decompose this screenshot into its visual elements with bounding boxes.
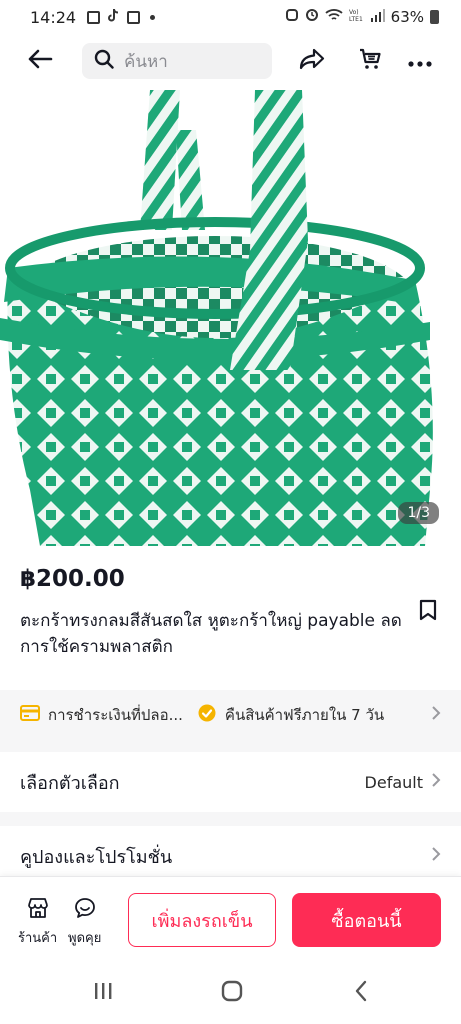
- bottom-action-bar: ร้านค้า พูดคุย เพิ่มลงรถเข็น ซื้อตอนนี้: [0, 876, 461, 964]
- svg-text:Vo): Vo): [349, 9, 359, 16]
- share-button[interactable]: [296, 46, 328, 76]
- bookmark-icon: [419, 599, 437, 625]
- home-button[interactable]: [217, 980, 247, 1006]
- chat-label: พูดคุย: [68, 931, 102, 946]
- battery-percent: 63%: [390, 8, 424, 26]
- image-counter: 1/3: [398, 502, 439, 524]
- option-label: เลือกตัวเลือก: [20, 772, 120, 794]
- system-navigation-bar: [0, 964, 461, 1024]
- status-right: Vo) LTE1 63%: [285, 8, 439, 26]
- status-left: 14:24: [30, 7, 156, 27]
- bookmark-button[interactable]: [416, 599, 440, 625]
- recent-apps-icon: [93, 982, 113, 1004]
- more-dots-icon: [408, 52, 432, 71]
- home-icon: [220, 979, 244, 1007]
- search-icon: [94, 49, 114, 73]
- back-arrow-icon: [27, 48, 53, 74]
- chevron-right-icon: [431, 846, 441, 866]
- return-badge-icon: [197, 703, 217, 727]
- gallery-notification-icon: [87, 10, 101, 24]
- basket-illustration: [0, 90, 433, 546]
- section-divider: [0, 812, 461, 826]
- add-to-cart-button[interactable]: เพิ่มลงรถเข็น: [128, 893, 276, 947]
- chat-icon: [74, 897, 96, 923]
- more-button[interactable]: [402, 46, 438, 76]
- service-label: การชำระเงินที่ปลอ...: [48, 706, 183, 724]
- shop-icon: [27, 897, 49, 923]
- product-image[interactable]: 1/3: [0, 90, 461, 546]
- share-icon: [299, 48, 325, 74]
- shop-label: ร้านค้า: [18, 931, 58, 946]
- search-placeholder: ค้นหา: [124, 51, 168, 72]
- system-back-button[interactable]: [346, 980, 376, 1006]
- product-price: ฿200.00: [20, 566, 125, 592]
- option-selected-value: Default: [364, 772, 423, 792]
- signal-icon: [370, 8, 385, 26]
- volte-icon: Vo) LTE1: [349, 8, 365, 26]
- service-free-return[interactable]: คืนสินค้าฟรีภายใน 7 วัน: [197, 703, 384, 727]
- back-button[interactable]: [24, 46, 56, 76]
- svg-text:LTE1: LTE1: [349, 16, 363, 22]
- shop-button[interactable]: ร้านค้า: [18, 897, 57, 948]
- cart-icon: [358, 47, 382, 75]
- battery-icon: [430, 10, 439, 24]
- section-divider: [0, 740, 461, 752]
- option-value: Default: [365, 772, 441, 792]
- top-nav-bar: ค้นหา: [0, 38, 461, 84]
- more-notifications-icon: [150, 14, 156, 20]
- service-secure-payment[interactable]: การชำระเงินที่ปลอ...: [20, 703, 183, 727]
- chat-button[interactable]: พูดคุย: [68, 897, 101, 948]
- alarm-icon: [285, 8, 299, 26]
- cart-button[interactable]: [354, 46, 386, 76]
- coupon-label: คูปองและโปรโมชั่น: [20, 846, 173, 868]
- tiktok-notification-icon: [107, 8, 120, 27]
- chevron-right-icon: [431, 705, 441, 725]
- service-row[interactable]: การชำระเงินที่ปลอ... คืนสินค้าฟรีภายใน 7…: [0, 690, 461, 740]
- wifi-icon: [325, 8, 343, 26]
- status-time: 14:24: [30, 7, 77, 27]
- buy-now-button[interactable]: ซื้อตอนนี้: [292, 893, 441, 947]
- clock-icon: [305, 8, 319, 26]
- select-option-row[interactable]: เลือกตัวเลือก Default: [0, 752, 461, 812]
- system-back-icon: [354, 980, 368, 1006]
- coupon-chevron: [431, 846, 441, 866]
- chevron-right-icon: [431, 772, 441, 792]
- search-input[interactable]: ค้นหา: [82, 43, 272, 79]
- status-bar: 14:24 Vo) LTE1 63%: [0, 0, 461, 34]
- service-label: คืนสินค้าฟรีภายใน 7 วัน: [224, 706, 385, 724]
- product-title: ตะกร้าทรงกลมสีสันสดใส หูตะกร้าใหญ่ payab…: [20, 611, 402, 657]
- recent-apps-button[interactable]: [88, 980, 118, 1006]
- shop-notification-icon: [127, 10, 141, 24]
- card-icon: [20, 705, 40, 725]
